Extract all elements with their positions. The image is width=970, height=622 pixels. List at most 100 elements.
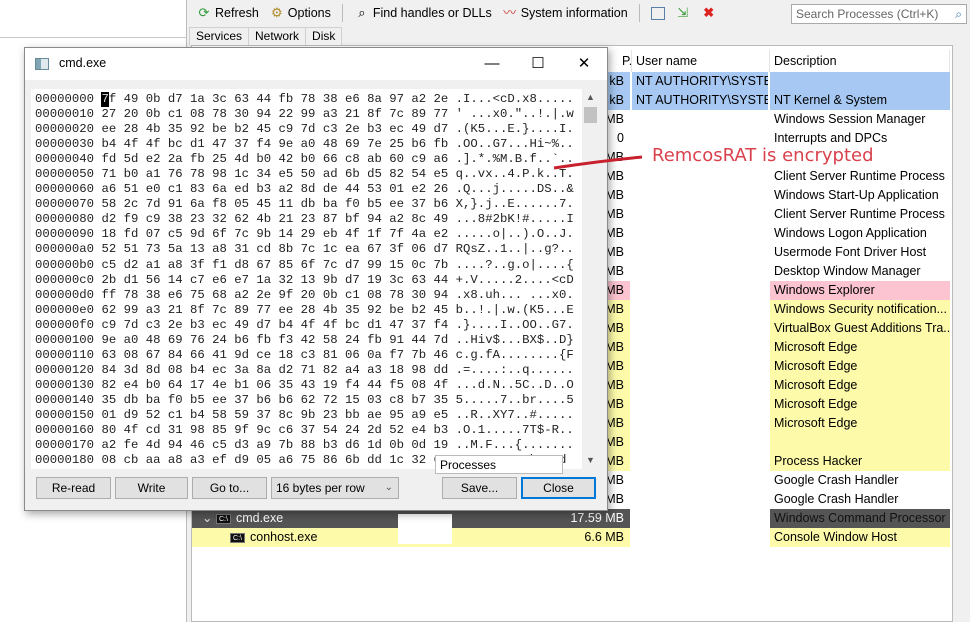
process-description: Windows Start-Up Application: [774, 188, 939, 202]
process-row[interactable]: 17.59 MB Windows Command Processor ⌄ C:\ cm…: [192, 509, 952, 528]
process-user: [632, 357, 768, 376]
goto-button[interactable]: Go to...: [192, 477, 267, 499]
maximize-button[interactable]: ☐: [515, 48, 561, 80]
process-row[interactable]: 6.6 MB Console Window Host C:\ conhost.exe: [192, 528, 952, 547]
hex-offset: 00000070: [35, 197, 95, 212]
process-description: [770, 72, 950, 91]
hex-ascii: .x8.uh... ...x0.: [455, 287, 574, 302]
text-caret: [101, 92, 109, 107]
process-description: VirtualBox Guest Additions Tra...: [770, 319, 950, 338]
minimize-button[interactable]: —: [469, 48, 515, 80]
hex-bytes: a2 fe 4d 94 46 c5 d3 a9 7b 88 b3 d6 1d 0…: [101, 438, 449, 453]
hex-bytes: ee 28 4b 35 92 be b2 45 c9 7d c3 2e b3 e…: [101, 122, 449, 137]
close-button[interactable]: Close: [521, 477, 596, 499]
hex-bytes: 18 fd 07 c5 9d 6f 7c 9b 14 29 eb 4f 1f 7…: [101, 227, 449, 242]
search-processes-input[interactable]: Search Processes (Ctrl+K) ⌕: [791, 4, 967, 24]
window-button[interactable]: [648, 5, 668, 22]
process-user: [632, 205, 768, 224]
hex-ascii: RQsZ..1..|..g?..: [455, 242, 574, 257]
hex-bytes: 58 2c 7d 91 6a f8 05 45 11 db ba f0 b5 e…: [101, 197, 449, 212]
find-window-button[interactable]: ⇲: [672, 3, 694, 23]
hex-offset: 00000080: [35, 212, 95, 227]
hex-offset: 000000f0: [35, 317, 95, 332]
refresh-button[interactable]: ⟳ Refresh: [193, 3, 262, 23]
process-user: NT AUTHORITY\SYSTEM: [632, 72, 768, 91]
tab-network[interactable]: Network: [248, 27, 307, 45]
hex-row: 00000030 b4 4f 4f bc d1 47 37 f4 9e a0 4…: [35, 137, 574, 152]
save-button[interactable]: Save...: [442, 477, 517, 499]
process-description: Console Window Host: [770, 528, 950, 547]
process-user: [632, 319, 768, 338]
close-window-button[interactable]: ✕: [561, 48, 607, 80]
hex-row: 000000d0 ff 78 38 e6 75 68 a2 2e 9f 20 0…: [35, 288, 574, 303]
bytes-per-row-value: 16 bytes per row: [276, 481, 365, 495]
close-x-icon: ✖: [703, 5, 715, 20]
hex-bytes: 2b d1 56 14 c7 e6 e7 1a 32 13 9b d7 19 3…: [101, 272, 449, 287]
hex-ascii: .=....:..q......: [455, 362, 574, 377]
hex-ascii: c.g.fA........{F: [455, 347, 574, 362]
expand-chevron-icon[interactable]: ⌄: [202, 511, 216, 525]
hex-ascii: ...d.N..5C..D..O: [455, 377, 574, 392]
hex-bytes: 52 51 73 5a 13 a8 31 cd 8b 7c 1c ea 67 3…: [101, 242, 449, 257]
options-button[interactable]: ⚙ Options: [266, 3, 334, 23]
find-handles-button[interactable]: ⌕ Find handles or DLLs: [351, 3, 495, 23]
scroll-down-icon[interactable]: ▼: [582, 452, 599, 469]
hex-offset: 00000030: [35, 137, 95, 152]
hex-row: 00000150 01 d9 52 c1 b4 58 59 37 8c 9b 2…: [35, 408, 574, 423]
refresh-icon: ⟳: [198, 5, 210, 20]
tab-disk[interactable]: Disk: [305, 27, 343, 45]
process-name: cmd.exe: [235, 511, 284, 525]
vertical-scrollbar[interactable]: ▲ ▼: [582, 89, 599, 469]
process-description: Client Server Runtime Process: [774, 169, 945, 183]
scroll-up-icon[interactable]: ▲: [582, 89, 599, 106]
hex-row: 00000160 80 4f cd 31 98 85 9f 9c c6 37 5…: [35, 423, 574, 438]
hex-ascii: +.V.....2....<cD: [455, 272, 574, 287]
reread-button[interactable]: Re-read: [36, 477, 111, 499]
process-description: Windows Security notification...: [770, 300, 950, 319]
hex-row: 00000000 7f 49 0b d7 1a 3c 63 44 fb 78 3…: [35, 92, 574, 107]
process-user: [632, 490, 768, 509]
process-user: [632, 452, 768, 471]
process-description: Microsoft Edge: [770, 414, 950, 433]
dialog-title: cmd.exe: [59, 56, 107, 70]
process-description: Microsoft Edge: [770, 395, 950, 414]
process-name-cell: C:\ conhost.exe: [230, 528, 317, 547]
process-user: [632, 509, 768, 528]
process-name-cell: ⌄ C:\ cmd.exe: [202, 509, 283, 528]
hex-row: 00000090 18 fd 07 c5 9d 6f 7c 9b 14 29 e…: [35, 227, 574, 242]
bytes-per-row-select[interactable]: 16 bytes per row ⌄: [271, 477, 399, 499]
hex-ascii: .....o|..).O..J.: [455, 227, 574, 242]
memory-editor-dialog: cmd.exe — ☐ ✕ 00000000 7f 49 0b d7 1a 3c…: [24, 47, 608, 511]
tab-processes[interactable]: Processes: [435, 455, 563, 474]
process-description: Usermode Font Driver Host: [774, 245, 927, 259]
process-user: [632, 110, 768, 129]
column-header-private-bytes[interactable]: P...: [618, 50, 632, 72]
process-user: [632, 281, 768, 300]
hex-bytes: 62 99 a3 21 8f 7c 89 77 ee 28 4b 35 92 b…: [101, 302, 449, 317]
find-handles-label: Find handles or DLLs: [372, 6, 492, 20]
system-information-button[interactable]: 〰 System information: [499, 3, 631, 23]
hex-offset: 00000170: [35, 438, 95, 453]
hex-offset: 00000110: [35, 347, 95, 362]
toolbar-separator: [341, 4, 343, 22]
hex-row: 00000140 35 db ba f0 b5 ee 37 b6 b6 62 7…: [35, 393, 574, 408]
hex-row: 00000040 fd 5d e2 2a fb 25 4d b0 42 b0 6…: [35, 152, 574, 167]
hex-offset: 00000120: [35, 362, 95, 377]
hex-view[interactable]: 00000000 7f 49 0b d7 1a 3c 63 44 fb 78 3…: [31, 89, 599, 469]
hex-bytes: a6 51 e0 c1 83 6a ed b3 a2 8d de 44 53 0…: [101, 182, 449, 197]
scroll-thumb[interactable]: [584, 107, 597, 123]
column-header-description[interactable]: Description: [770, 50, 950, 72]
window-icon: [650, 6, 665, 20]
terminate-button[interactable]: ✖: [698, 3, 720, 23]
process-user: [632, 243, 768, 262]
hex-bytes: b4 4f 4f bc d1 47 37 f4 9e a0 48 69 7e 2…: [101, 137, 449, 152]
hex-bytes: 35 db ba f0 b5 ee 37 b6 b6 62 72 15 03 c…: [101, 392, 449, 407]
process-description: Windows Logon Application: [774, 226, 927, 240]
tab-services[interactable]: Services: [189, 27, 250, 45]
options-label: Options: [287, 6, 331, 20]
hex-ascii: .O.1.....7T$-R..: [455, 423, 574, 438]
process-user: [632, 414, 768, 433]
column-header-user-name[interactable]: User name: [632, 50, 770, 72]
write-button[interactable]: Write: [115, 477, 188, 499]
hex-row: 00000060 a6 51 e0 c1 83 6a ed b3 a2 8d d…: [35, 182, 574, 197]
